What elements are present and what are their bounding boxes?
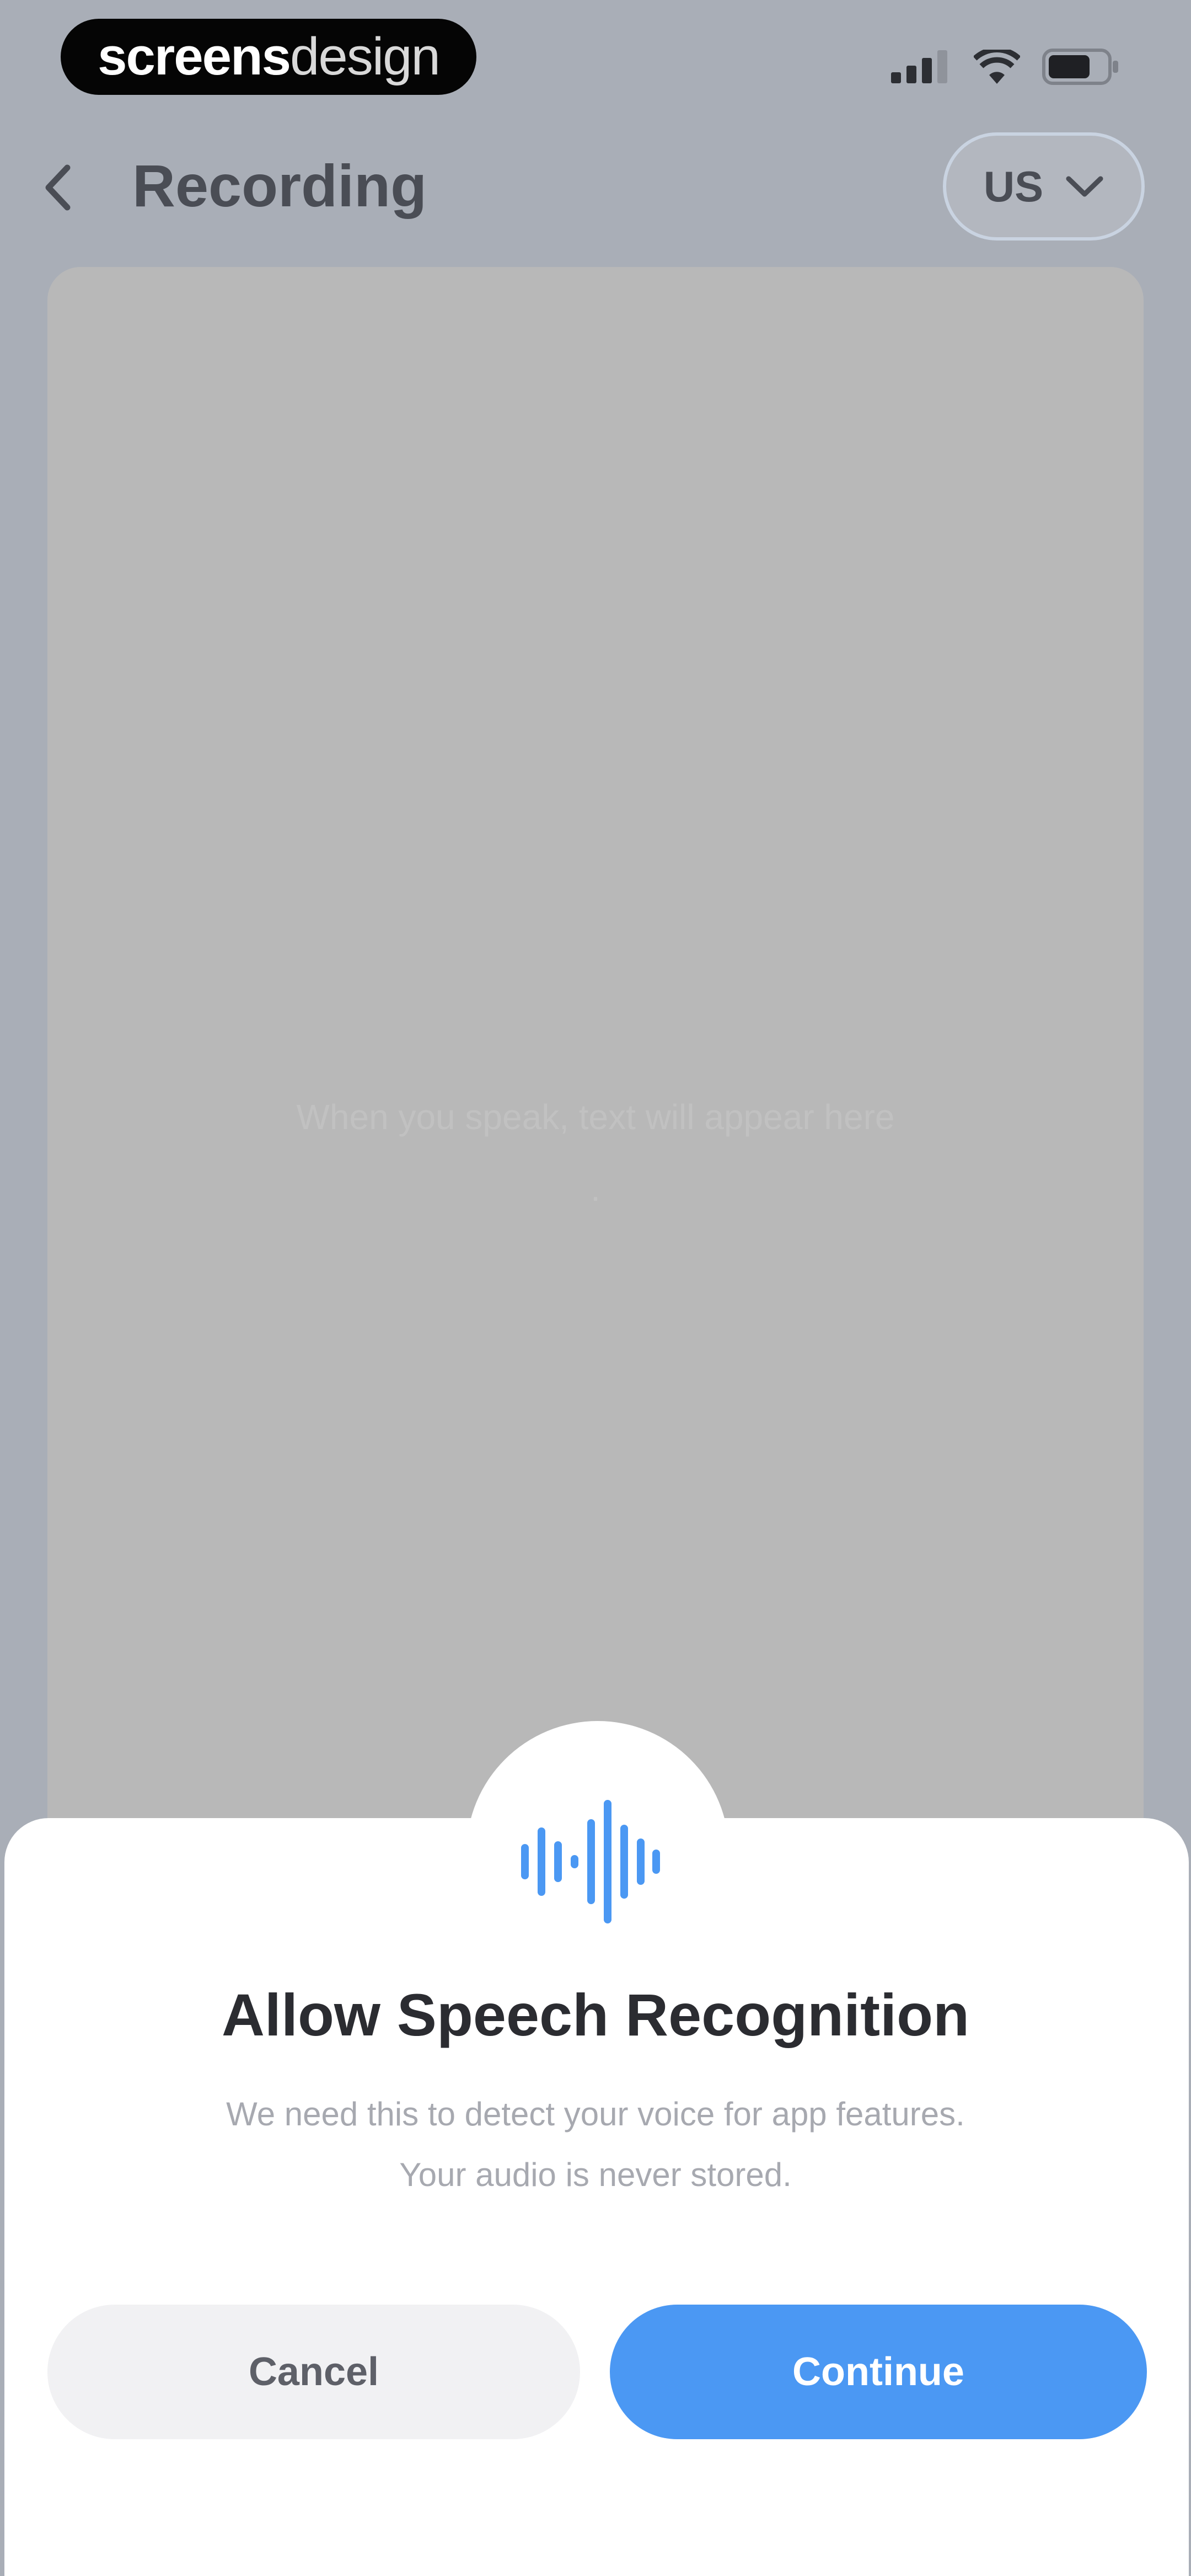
placeholder-line-1: When you speak, text will appear here (296, 1097, 895, 1137)
brand-badge: screens design (61, 19, 476, 95)
dialog-description: We need this to detect your voice for ap… (99, 2084, 1092, 2205)
locale-label: US (983, 162, 1044, 211)
wifi-icon (974, 50, 1020, 84)
status-icons (891, 49, 1119, 85)
locale-selector[interactable]: US (943, 132, 1145, 241)
dialog-title: Allow Speech Recognition (221, 1981, 970, 2048)
battery-icon (1042, 49, 1118, 85)
cancel-button[interactable]: Cancel (47, 2305, 580, 2439)
dialog-description-line-1: We need this to detect your voice for ap… (226, 2096, 965, 2133)
chevron-left-icon[interactable] (39, 160, 77, 215)
brand-bold-text: screens (98, 27, 291, 86)
sound-wave-icon (521, 1800, 660, 1923)
screen: screens design Recording US When you spe… (0, 0, 1191, 2576)
signal-icon (891, 50, 947, 83)
chevron-down-icon (1066, 176, 1103, 197)
page-title: Recording (132, 152, 427, 219)
brand-thin-text: design (290, 27, 441, 86)
dialog-description-line-2: Your audio is never stored. (399, 2156, 792, 2193)
transcript-placeholder: When you speak, text will appear here . (165, 1081, 1026, 1225)
placeholder-line-2: . (591, 1169, 600, 1209)
continue-button[interactable]: Continue (610, 2305, 1147, 2439)
